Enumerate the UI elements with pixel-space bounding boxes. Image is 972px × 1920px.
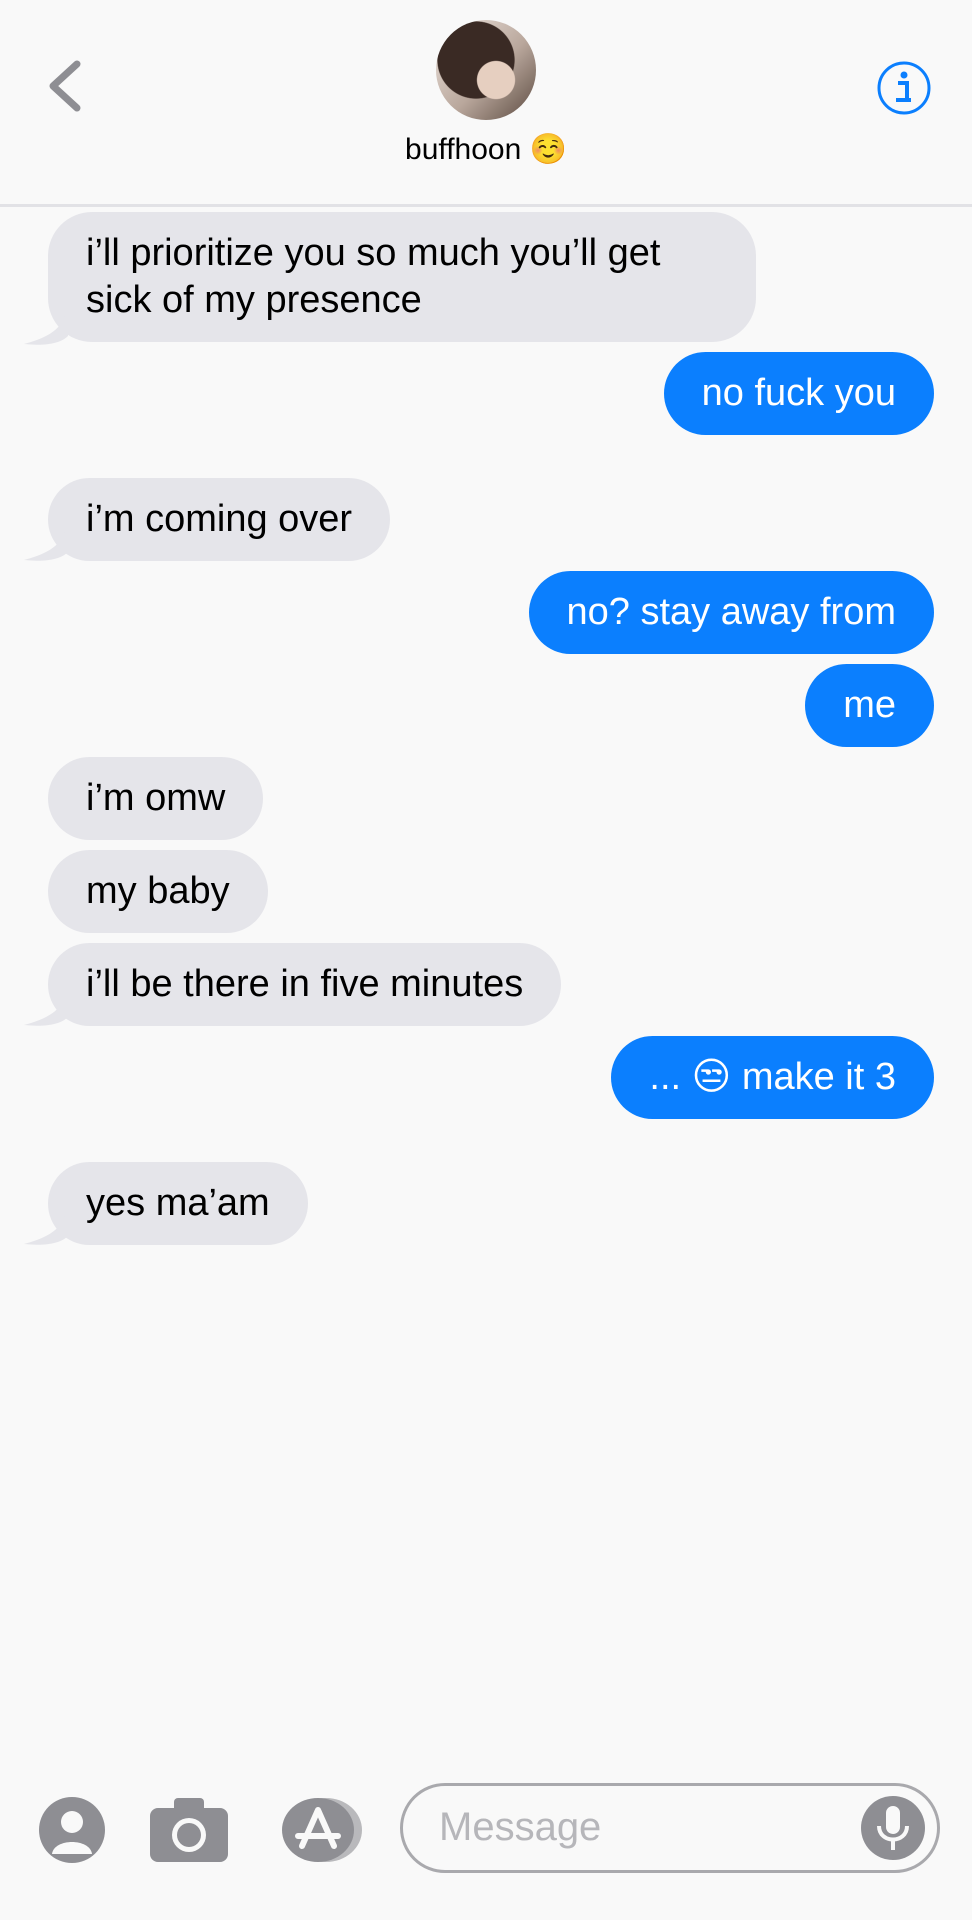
microphone-button[interactable] <box>861 1796 925 1860</box>
back-button[interactable] <box>40 56 90 116</box>
message-text: my baby <box>86 870 230 912</box>
bubble-tail <box>24 987 68 1026</box>
message-text: me <box>843 684 896 726</box>
microphone-icon <box>877 1806 909 1850</box>
bubble-tail <box>24 1206 68 1245</box>
contact-icon <box>39 1797 105 1863</box>
message-bubble-incoming[interactable]: i’m coming over <box>48 478 391 561</box>
message-bubble-outgoing[interactable]: no fuck you <box>663 352 934 435</box>
camera-icon <box>150 1798 228 1862</box>
message-bubble-incoming[interactable]: i’ll prioritize you so much you’ll get s… <box>48 212 756 342</box>
message-text: i’ll prioritize you so much you’ll get s… <box>86 232 661 321</box>
message-bubble-outgoing[interactable]: no? stay away from <box>528 571 934 654</box>
message-text: i’m omw <box>86 777 226 819</box>
contact-name[interactable]: buffhoon ☺️ <box>0 128 972 172</box>
message-bubble-incoming[interactable]: i’m omw <box>48 757 264 840</box>
message-bubble-incoming[interactable]: i’ll be there in five minutes <box>48 943 562 1026</box>
message-text: yes ma’am <box>86 1182 270 1224</box>
info-button[interactable] <box>876 60 932 116</box>
message-input[interactable]: Message <box>400 1783 940 1873</box>
message-text: i’m coming over <box>86 498 353 540</box>
message-text: ... 😒 make it 3 <box>649 1056 896 1098</box>
bubble-tail <box>24 306 68 345</box>
contact-avatar[interactable] <box>436 20 536 120</box>
message-text: i’ll be there in five minutes <box>86 963 524 1005</box>
message-bubble-incoming[interactable]: yes ma’am <box>48 1162 308 1245</box>
info-icon <box>877 61 931 115</box>
contact-button[interactable] <box>38 1796 106 1864</box>
app-store-button[interactable] <box>276 1796 366 1864</box>
message-placeholder: Message <box>439 1805 602 1849</box>
conversation-header: buffhoon ☺️ <box>0 0 972 207</box>
message-bubble-incoming[interactable]: my baby <box>48 850 268 933</box>
bubble-tail <box>24 522 68 561</box>
message-text: no? stay away from <box>566 591 896 633</box>
camera-button[interactable] <box>148 1796 230 1864</box>
app-store-icon <box>282 1798 362 1862</box>
message-text: no fuck you <box>701 372 896 414</box>
message-bubble-outgoing[interactable]: me <box>805 664 934 747</box>
message-bubble-outgoing[interactable]: ... 😒 make it 3 <box>611 1036 934 1119</box>
chevron-left-icon <box>49 60 81 112</box>
